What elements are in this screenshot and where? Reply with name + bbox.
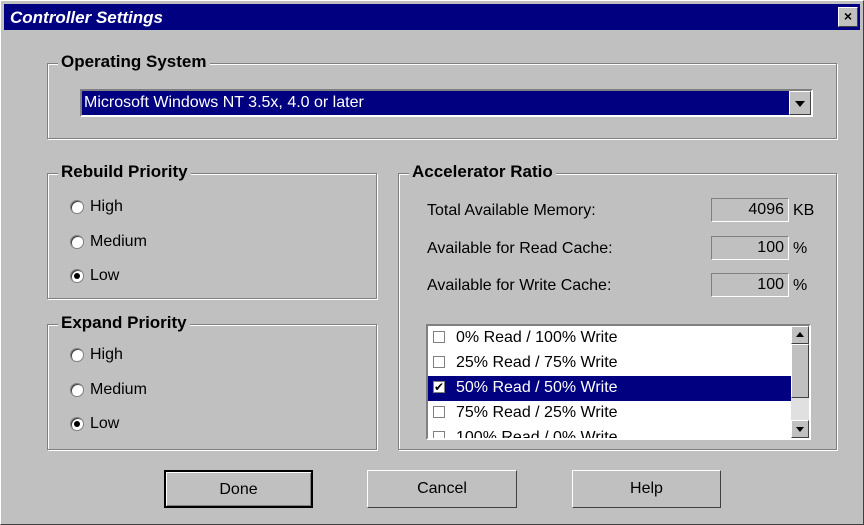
close-button[interactable]: × <box>838 7 858 27</box>
radio-icon <box>70 348 84 362</box>
total-memory-label: Total Available Memory: <box>427 202 596 219</box>
ratio-item-0-100[interactable]: 0% Read / 100% Write <box>428 326 793 351</box>
title-bar: Controller Settings × <box>4 4 860 30</box>
done-button[interactable]: Done <box>164 470 313 508</box>
checkbox[interactable] <box>433 431 445 438</box>
controller-settings-dialog: Controller Settings × Operating System M… <box>0 0 864 525</box>
help-button[interactable]: Help <box>572 470 721 508</box>
checkbox-checked[interactable]: ✔ <box>433 381 445 393</box>
checkmark-icon: ✔ <box>434 380 445 394</box>
checkbox[interactable] <box>433 356 445 368</box>
ratio-item-25-75[interactable]: 25% Read / 75% Write <box>428 351 793 376</box>
rebuild-high-label: High <box>90 198 123 215</box>
read-cache-value: 100 <box>711 236 789 260</box>
ratio-listbox[interactable]: 0% Read / 100% Write 25% Read / 75% Writ… <box>426 324 811 440</box>
ratio-label: 100% Read / 0% Write <box>456 429 618 440</box>
ratio-item-100-0[interactable]: 100% Read / 0% Write <box>428 426 793 440</box>
accelerator-ratio-label: Accelerator Ratio <box>409 162 556 182</box>
radio-icon <box>70 383 84 397</box>
ratio-label: 0% Read / 100% Write <box>456 329 618 346</box>
ratio-item-50-50[interactable]: ✔ 50% Read / 50% Write <box>428 376 793 401</box>
rebuild-medium-label: Medium <box>90 233 147 250</box>
read-cache-unit: % <box>793 240 808 257</box>
list-scrollbar[interactable] <box>791 326 809 438</box>
expand-priority-label: Expand Priority <box>58 313 190 333</box>
cancel-button[interactable]: Cancel <box>367 470 517 508</box>
scroll-up-button[interactable] <box>791 326 809 344</box>
checkbox[interactable] <box>433 406 445 418</box>
dropdown-button[interactable] <box>789 91 811 115</box>
write-cache-label: Available for Write Cache: <box>427 277 612 294</box>
write-cache-value: 100 <box>711 273 789 297</box>
scroll-thumb[interactable] <box>791 344 809 398</box>
ratio-item-75-25[interactable]: 75% Read / 25% Write <box>428 401 793 426</box>
radio-selected-icon <box>70 269 84 283</box>
rebuild-priority-group: Rebuild Priority High Medium Low <box>47 162 377 299</box>
scroll-down-icon <box>796 427 804 432</box>
operating-system-value: Microsoft Windows NT 3.5x, 4.0 or later <box>84 94 364 111</box>
window-title: Controller Settings <box>10 8 164 27</box>
accelerator-ratio-group: Accelerator Ratio Total Available Memory… <box>398 162 837 450</box>
scroll-up-icon <box>796 332 804 337</box>
expand-medium-label: Medium <box>90 381 147 398</box>
operating-system-select[interactable]: Microsoft Windows NT 3.5x, 4.0 or later <box>80 89 813 117</box>
radio-icon <box>70 235 84 249</box>
dropdown-arrow-icon <box>795 101 805 107</box>
scroll-down-button[interactable] <box>791 420 809 438</box>
total-memory-unit: KB <box>793 202 815 219</box>
total-memory-value: 4096 <box>711 198 789 222</box>
rebuild-low-label: Low <box>90 267 120 284</box>
expand-low-label: Low <box>90 415 120 432</box>
operating-system-group: Operating System Microsoft Windows NT 3.… <box>47 52 837 139</box>
read-cache-label: Available for Read Cache: <box>427 240 613 257</box>
checkbox[interactable] <box>433 331 445 343</box>
ratio-label: 25% Read / 75% Write <box>456 354 618 371</box>
radio-selected-icon <box>70 417 84 431</box>
ratio-label: 75% Read / 25% Write <box>456 404 618 421</box>
ratio-label: 50% Read / 50% Write <box>456 379 618 396</box>
rebuild-priority-label: Rebuild Priority <box>58 162 191 182</box>
expand-priority-group: Expand Priority High Medium Low <box>47 313 377 450</box>
radio-icon <box>70 200 84 214</box>
close-icon: × <box>843 8 853 24</box>
write-cache-unit: % <box>793 277 808 294</box>
operating-system-label: Operating System <box>58 52 210 72</box>
expand-high-label: High <box>90 346 123 363</box>
